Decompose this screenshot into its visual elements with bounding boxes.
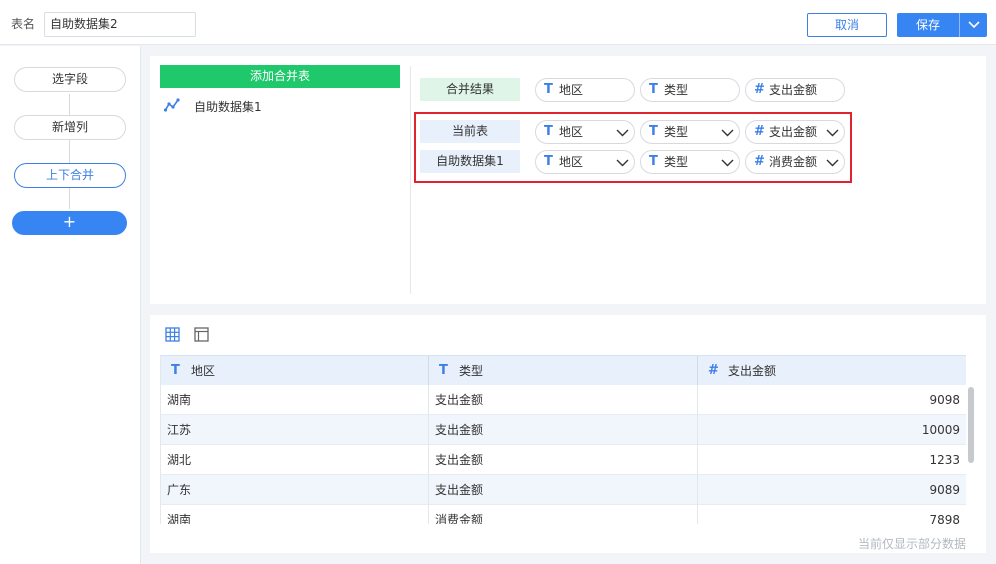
field-name: 支出金额	[769, 83, 818, 97]
partial-data-note: 当前仅显示部分数据	[857, 537, 966, 551]
column-label: 地区	[191, 364, 216, 378]
text-type-icon: T	[171, 363, 180, 378]
merge-result-label: 合并结果	[420, 78, 520, 101]
table-cell: 湖北	[161, 445, 429, 475]
field-name: 地区	[559, 83, 584, 97]
panel-divider	[410, 66, 411, 294]
step-vertical-merge[interactable]: 上下合并	[14, 163, 126, 188]
column-label: 类型	[459, 364, 484, 378]
dataset-name: 自助数据集1	[194, 100, 262, 114]
step-connector-line	[69, 94, 70, 209]
merge-config-panel: 添加合并表 自助数据集1 合并结果 T 地区 T 类型 # 支出金额 当前表 T…	[150, 56, 986, 304]
preview-table: T 地区 T 类型 # 支出金额 湖南 支出金额 9098 江苏 支出金额 10…	[160, 355, 966, 524]
table-cell: 支出金额	[429, 415, 698, 445]
table-cell: 1233	[698, 445, 966, 475]
text-type-icon: T	[649, 82, 658, 97]
text-type-icon: T	[439, 363, 448, 378]
table-cell: 湖南	[161, 505, 429, 524]
number-type-icon: #	[754, 82, 765, 97]
column-header: # 支出金额	[698, 356, 966, 386]
number-type-icon: #	[708, 363, 719, 378]
table-cell: 湖南	[161, 385, 429, 415]
text-type-icon: T	[544, 82, 553, 97]
save-button-label: 保存	[915, 18, 940, 32]
table-cell: 9098	[698, 385, 966, 415]
layout-view-icon[interactable]	[194, 327, 209, 342]
column-header: T 类型	[429, 356, 698, 386]
table-cell: 10009	[698, 415, 966, 445]
table-row: 广东 支出金额 9089	[161, 475, 966, 505]
table-row: 湖北 支出金额 1233	[161, 445, 966, 475]
step-add-column[interactable]: 新增列	[14, 115, 126, 140]
table-cell: 9089	[698, 475, 966, 505]
cancel-button[interactable]: 取消	[807, 13, 887, 37]
table-cell: 支出金额	[429, 445, 698, 475]
result-field-type: T 类型	[640, 78, 740, 102]
table-cell: 广东	[161, 475, 429, 505]
table-name-input[interactable]: 自助数据集2	[44, 12, 196, 37]
table-scrollbar[interactable]	[968, 387, 974, 463]
line-chart-icon	[164, 98, 180, 112]
table-header: T 地区 T 类型 # 支出金额	[161, 355, 966, 386]
add-step-button[interactable]: +	[12, 211, 127, 235]
table-row: 江苏 支出金额 10009	[161, 415, 966, 445]
add-merge-table-button[interactable]: 添加合并表	[160, 65, 400, 88]
table-name-label: 表名	[11, 17, 36, 31]
result-field-region: T 地区	[535, 78, 635, 102]
table-view-icon[interactable]	[165, 327, 180, 342]
table-cell: 支出金额	[429, 475, 698, 505]
table-row: 湖南 消费金额 7898	[161, 505, 966, 524]
save-button[interactable]: 保存	[897, 13, 987, 37]
table-cell: 支出金额	[429, 385, 698, 415]
step-rail: 选字段 新增列 上下合并 +	[0, 46, 141, 564]
column-header: T 地区	[161, 356, 429, 386]
result-field-amount: # 支出金额	[745, 78, 845, 102]
step-select-fields[interactable]: 选字段	[14, 67, 126, 92]
table-cell: 消费金额	[429, 505, 698, 524]
top-bar: 表名 自助数据集2 取消 保存	[0, 0, 996, 45]
save-button-divider	[959, 13, 960, 37]
table-cell: 江苏	[161, 415, 429, 445]
chevron-down-icon[interactable]	[968, 21, 980, 29]
highlight-box	[414, 112, 852, 183]
table-cell: 7898	[698, 505, 966, 524]
table-row: 湖南 支出金额 9098	[161, 385, 966, 415]
preview-panel: T 地区 T 类型 # 支出金额 湖南 支出金额 9098 江苏 支出金额 10…	[150, 315, 986, 553]
field-name: 类型	[664, 83, 689, 97]
column-label: 支出金额	[728, 364, 777, 378]
